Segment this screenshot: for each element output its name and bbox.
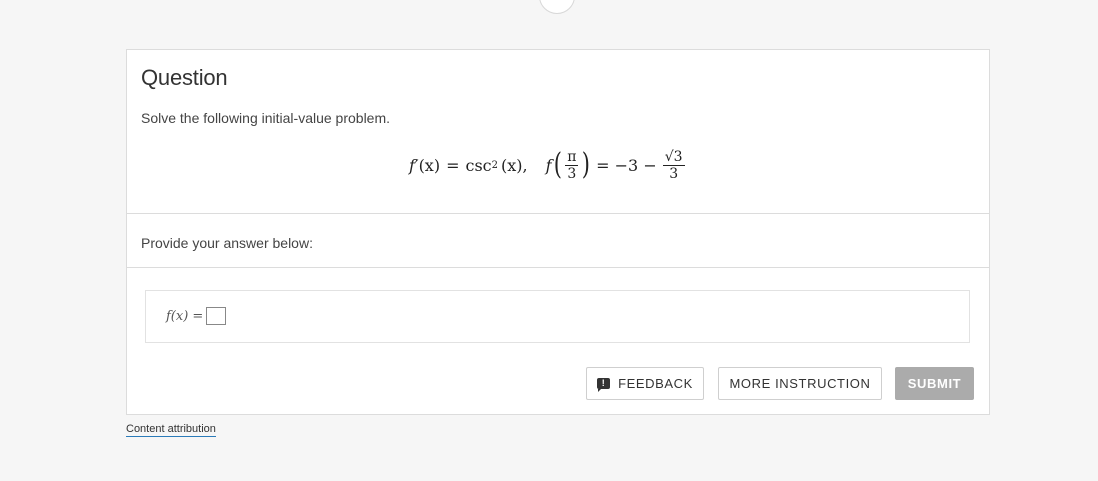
collapse-handle[interactable]: [539, 0, 575, 14]
feedback-button-label: FEEDBACK: [618, 376, 693, 391]
ic-value-den: 3: [669, 165, 679, 182]
equation-rhs-power: 2: [491, 159, 498, 171]
ic-value-fraction: √3 3: [662, 148, 685, 182]
question-title: Question: [141, 65, 228, 90]
equation-lhs-func: f′: [409, 155, 419, 175]
answer-expression: f(x) =: [166, 307, 227, 325]
ic-func: f: [545, 155, 552, 175]
ic-fraction-den: 3: [567, 165, 577, 182]
ic-right-paren: ): [582, 147, 591, 182]
equation: f′ (x) = csc 2 (x), f ( π 3 ) = −3 − √3 3: [409, 143, 687, 187]
question-card: Question Solve the following initial-val…: [126, 49, 990, 415]
answer-input-box[interactable]: [206, 307, 227, 325]
submit-button-label: SUBMIT: [907, 376, 962, 391]
provide-label: Provide your answer below:: [141, 235, 313, 251]
ic-fraction: π 3: [565, 148, 579, 182]
equation-rhs-arg: (x),: [501, 155, 528, 175]
equation-equals: =: [446, 155, 460, 175]
answer-area: f(x) =: [145, 290, 970, 343]
question-prompt: Solve the following initial-value proble…: [141, 110, 391, 126]
more-instruction-button[interactable]: MORE INSTRUCTION: [718, 367, 882, 400]
equation-lhs-arg: (x): [418, 155, 441, 175]
equation-rhs: csc: [465, 155, 492, 175]
more-instruction-label: MORE INSTRUCTION: [729, 376, 871, 391]
provide-section: Provide your answer below:: [127, 214, 989, 268]
ic-equals: = −3 −: [596, 155, 657, 175]
question-section: Question Solve the following initial-val…: [127, 50, 989, 214]
ic-fraction-num: π: [565, 148, 579, 166]
feedback-icon: !: [597, 378, 611, 392]
submit-button[interactable]: SUBMIT: [895, 367, 974, 400]
content-attribution-link[interactable]: Content attribution: [126, 423, 216, 437]
answer-expr-label: f(x) =: [166, 308, 204, 324]
ic-value-num: √3: [662, 148, 685, 166]
ic-left-paren: (: [553, 147, 562, 182]
feedback-button[interactable]: ! FEEDBACK: [586, 367, 704, 400]
ic-value-radicand: 3: [673, 148, 683, 165]
